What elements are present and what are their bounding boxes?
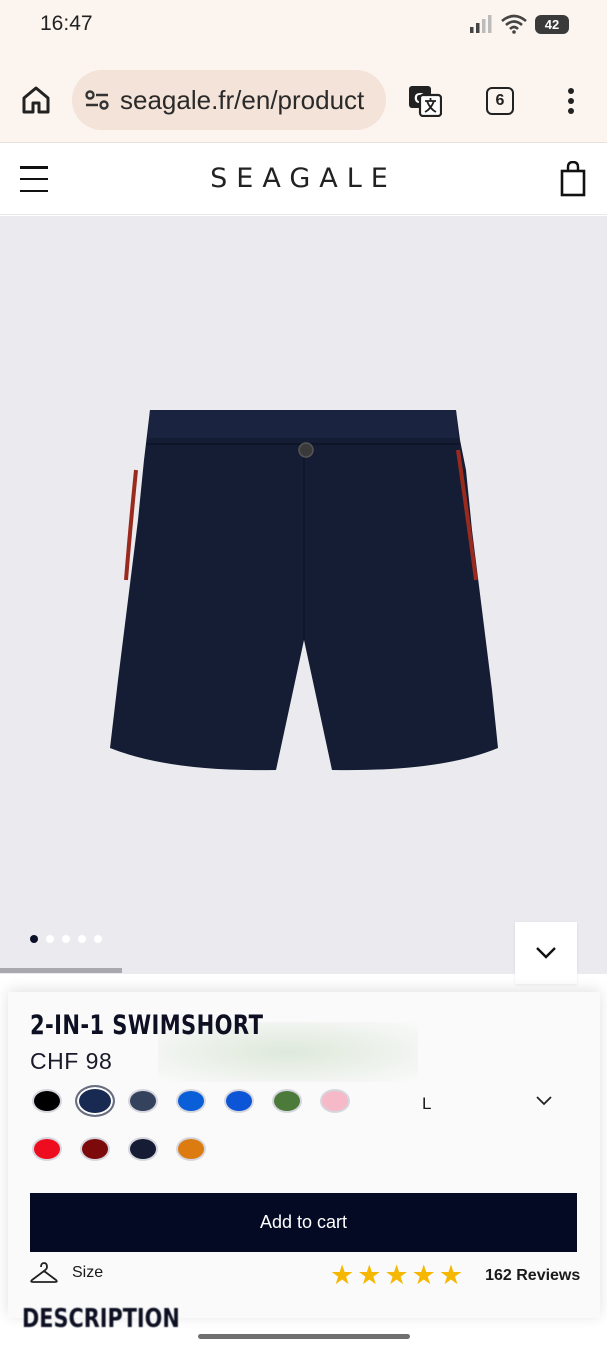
translate-icon[interactable]: G: [408, 85, 442, 117]
tabs-button[interactable]: 6: [486, 87, 514, 115]
gallery-dots: [30, 935, 102, 943]
product-title: 2-IN-1 SWIMSHORT: [30, 1010, 264, 1041]
gallery-dot[interactable]: [46, 935, 54, 943]
star-icon: ★: [330, 1260, 355, 1290]
color-swatch[interactable]: [176, 1137, 206, 1161]
chevron-down-icon: [536, 947, 556, 959]
color-swatch[interactable]: [224, 1089, 254, 1113]
color-swatch[interactable]: [320, 1089, 350, 1113]
color-swatch[interactable]: [128, 1137, 158, 1161]
gallery-dot[interactable]: [30, 935, 38, 943]
home-icon[interactable]: [20, 84, 52, 116]
seagale-logo[interactable]: SEAGALE: [0, 163, 607, 194]
color-swatch[interactable]: [272, 1089, 302, 1113]
star-icon: ★: [357, 1260, 382, 1290]
size-value: L: [422, 1094, 432, 1113]
description-heading: DESCRIPTION: [22, 1304, 180, 1334]
star-icon: ★: [384, 1260, 409, 1290]
signal-icon: [470, 15, 492, 33]
gallery-dot[interactable]: [94, 935, 102, 943]
url-text: seagale.fr/en/product: [120, 84, 365, 115]
site-header: SEAGALE: [0, 143, 607, 215]
gallery-dot[interactable]: [62, 935, 70, 943]
gallery-progress-bar: [0, 968, 122, 973]
wifi-icon: [501, 14, 527, 34]
battery-indicator: 42: [535, 14, 569, 34]
size-guide-link[interactable]: Size: [30, 1262, 103, 1284]
product-info-panel: 2-IN-1 SWIMSHORT CHF 98 L Add to cart Si…: [8, 992, 600, 1318]
page: 16:47 42 seagale.fr/en/product 6 SEAGALE…: [0, 0, 607, 1350]
rating[interactable]: ★ ★ ★ ★ ★ 162 Reviews: [330, 1262, 580, 1289]
shopping-bag-icon[interactable]: [560, 161, 586, 197]
collapse-panel-button[interactable]: [515, 922, 577, 984]
rating-stars: ★ ★ ★ ★ ★: [330, 1262, 463, 1289]
site-settings-icon[interactable]: [84, 88, 110, 112]
size-select[interactable]: L: [400, 1088, 580, 1122]
status-bar: 16:47 42: [0, 0, 607, 50]
color-swatch[interactable]: [128, 1089, 158, 1113]
home-indicator[interactable]: [198, 1334, 410, 1339]
more-vert-icon[interactable]: [560, 86, 582, 116]
product-photo: [110, 410, 498, 771]
browser-toolbar: seagale.fr/en/product G 6: [0, 50, 607, 143]
product-price: CHF 98: [30, 1048, 113, 1074]
hanger-icon: [30, 1262, 58, 1283]
status-time: 16:47: [40, 12, 93, 35]
product-image-gallery[interactable]: [0, 216, 607, 984]
color-swatch[interactable]: [32, 1089, 62, 1113]
color-swatch[interactable]: [32, 1137, 62, 1161]
gallery-dot[interactable]: [78, 935, 86, 943]
star-icon: ★: [411, 1260, 436, 1290]
color-swatch[interactable]: [176, 1089, 206, 1113]
chevron-down-icon: [536, 1096, 552, 1106]
color-swatch[interactable]: [75, 1085, 115, 1117]
review-count[interactable]: 162 Reviews: [485, 1267, 580, 1285]
color-swatch[interactable]: [80, 1137, 110, 1161]
status-icons: 42: [469, 14, 569, 34]
size-guide-label: Size: [72, 1264, 104, 1281]
star-icon: ★: [438, 1260, 464, 1290]
add-to-cart-button[interactable]: Add to cart: [30, 1193, 577, 1252]
address-bar[interactable]: seagale.fr/en/product: [72, 70, 386, 130]
